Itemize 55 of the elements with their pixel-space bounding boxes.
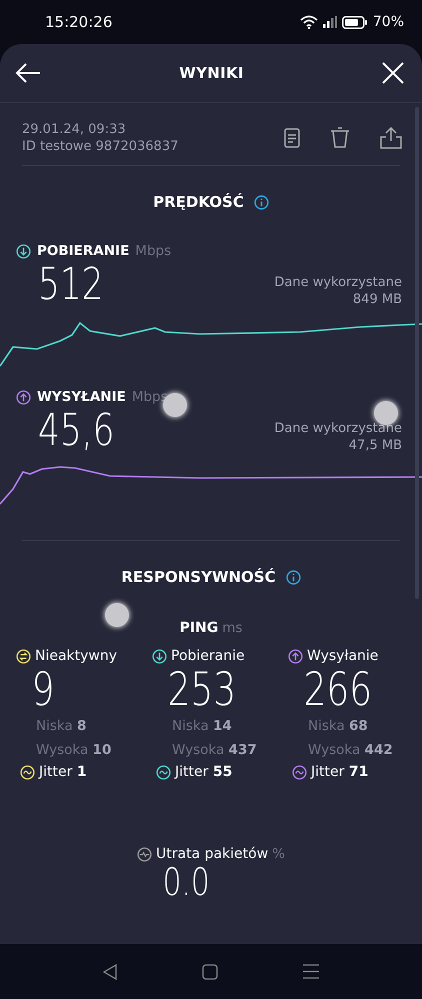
idle-icon [16, 648, 31, 664]
ping-column-label: Nieaktywny [35, 648, 118, 664]
wifi-icon [300, 15, 318, 29]
ping-label: PING [180, 620, 218, 636]
high-value: Wysoka 442 [307, 741, 394, 760]
jitter-icon [292, 764, 307, 780]
jitter-value: Jitter 71 [311, 764, 368, 780]
delete-icon[interactable] [330, 127, 350, 149]
menu-icon[interactable] [303, 964, 320, 979]
section-title: PRĘDKOŚĆ [153, 193, 244, 211]
metric-label: WYSYŁANIE [37, 389, 126, 405]
ping-value: 253 [166, 664, 238, 714]
back-icon[interactable] [102, 964, 117, 980]
metric-value: 45,6 [38, 405, 114, 457]
jitter-icon [20, 764, 35, 780]
ping-value: 9 [30, 664, 54, 714]
metric-label: POBIERANIE [37, 243, 130, 259]
section-title: RESPONSYWNOŚĆ [121, 568, 276, 586]
battery-percent: 70% [372, 14, 404, 30]
data-used-label: Dane wykorzystane [274, 420, 402, 437]
metric-value: 512 [38, 259, 104, 311]
ping-unit: ms [222, 620, 242, 636]
document-icon[interactable] [284, 128, 300, 148]
info-icon[interactable] [286, 570, 301, 584]
back-arrow-icon[interactable] [15, 62, 41, 84]
high-value: Wysoka 437 [171, 741, 258, 760]
jitter-value: Jitter 55 [175, 764, 232, 780]
packet-loss-label: Utrata pakietów [156, 846, 268, 862]
ping-column-label: Wysyłanie [307, 648, 378, 664]
home-icon[interactable] [202, 964, 218, 980]
jitter-icon [156, 764, 171, 780]
metric-unit: Mbps [135, 243, 172, 259]
ping-value: 266 [302, 664, 372, 714]
ping-column-label: Pobieranie [171, 648, 245, 664]
packet-loss-value: 0.0 [162, 862, 210, 902]
packet-loss-icon [137, 846, 152, 862]
high-value: Wysoka 10 [35, 741, 112, 760]
test-date: 29.01.24, 09:33 [22, 121, 127, 138]
info-icon[interactable] [254, 194, 269, 210]
data-used-value: 47,5 MB [348, 437, 402, 454]
close-icon[interactable] [382, 62, 404, 84]
signal-icon [322, 16, 337, 28]
status-time: 15:20:26 [45, 13, 112, 31]
test-id: ID testowe 9872036837 [22, 138, 178, 155]
jitter-value: Jitter 1 [39, 764, 87, 780]
low-value: Niska 68 [307, 717, 369, 736]
low-value: Niska 14 [171, 717, 233, 736]
low-value: Niska 8 [35, 717, 88, 736]
touch-indicator [105, 603, 129, 627]
share-icon[interactable] [380, 127, 402, 149]
data-used-label: Dane wykorzystane [274, 274, 402, 291]
screen-title: WYNIKI [179, 64, 244, 82]
battery-icon [342, 16, 368, 28]
packet-loss-unit: % [272, 846, 285, 862]
data-used-value: 849 MB [352, 291, 402, 308]
